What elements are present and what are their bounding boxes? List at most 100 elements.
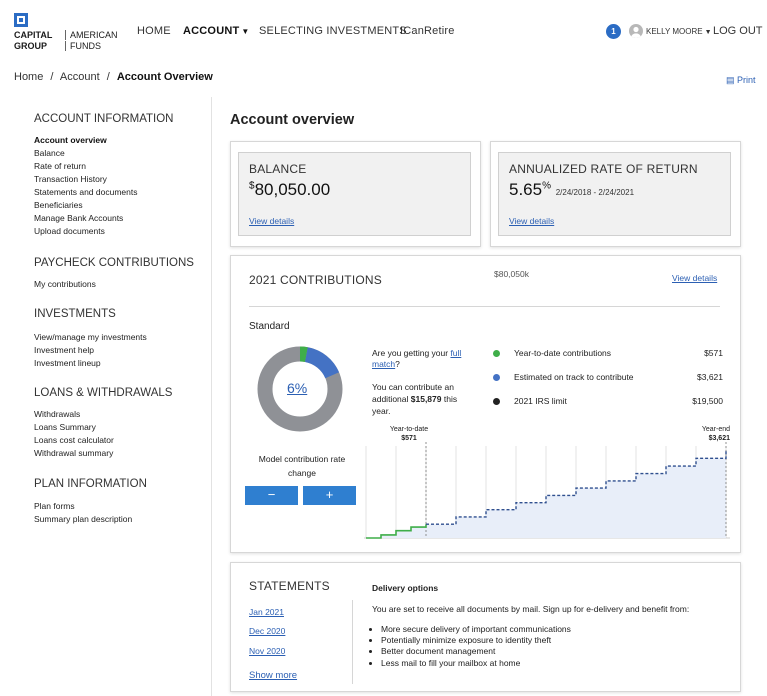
additional-text-post: this (441, 394, 458, 404)
balance-value: 80,050.00 (254, 180, 331, 199)
sidebar-item-investment-lineup[interactable]: Investment lineup (34, 358, 101, 368)
additional-text-line3: year. (372, 406, 391, 416)
breadcrumb-separator: / (50, 71, 54, 83)
breadcrumb-account[interactable]: Account (60, 71, 100, 83)
sidebar-item-account-overview[interactable]: Account overview (34, 135, 107, 145)
capital-group-logo[interactable]: CAPITAL GROUP AMERICAN FUNDS (14, 13, 124, 53)
sidebar-item-rate-of-return[interactable]: Rate of return (34, 161, 86, 171)
statement-link-nov-2020[interactable]: Nov 2020 (249, 646, 285, 656)
notification-badge[interactable]: 1 (606, 24, 621, 39)
sidebar-item-my-contributions[interactable]: My contributions (34, 279, 96, 289)
plan-type-label: Standard (249, 321, 290, 332)
legend-name: Year-to-date contributions (514, 348, 612, 358)
sidebar-item-view-manage-investments[interactable]: View/manage my investments (34, 332, 147, 342)
ytd-annotation: Year-to-date $571 (386, 425, 432, 443)
full-match-link[interactable]: match (372, 359, 395, 369)
decrease-rate-button[interactable]: − (245, 486, 298, 505)
legend-irs-limit: 2021 IRS limit $19,500 (493, 396, 723, 408)
statement-link-dec-2020[interactable]: Dec 2020 (249, 626, 285, 636)
legend-dot-icon (493, 350, 500, 357)
delivery-options-text: You are set to receive all documents by … (372, 604, 690, 614)
breadcrumb-current: Account Overview (116, 71, 213, 83)
logo-text-funds: FUNDS (65, 41, 101, 51)
sidebar-item-summary-plan-description[interactable]: Summary plan description (34, 514, 132, 524)
ytd-annotation-value: $571 (401, 435, 417, 442)
sidebar-item-statements-documents[interactable]: Statements and documents (34, 187, 137, 197)
statement-link-jan-2021[interactable]: Jan 2021 (249, 607, 284, 617)
sidebar-item-loans-cost-calculator[interactable]: Loans cost calculator (34, 435, 114, 445)
statements-title: STATEMENTS (249, 579, 330, 593)
page-title: Account overview (230, 112, 355, 128)
show-more-link[interactable]: Show more (249, 670, 297, 681)
list-item: More secure delivery of important commun… (381, 624, 571, 635)
delivery-options-title: Delivery options (372, 583, 439, 593)
contributions-chart (364, 442, 730, 539)
nav-selecting-investments[interactable]: SELECTING INVESTMENTS (259, 25, 407, 37)
sidebar-item-manage-bank-accounts[interactable]: Manage Bank Accounts (34, 213, 123, 223)
ytd-annotation-label: Year-to-date (389, 426, 429, 433)
chevron-down-icon: ▼ (704, 29, 712, 36)
list-item: Less mail to fill your mailbox at home (381, 658, 571, 669)
divider (352, 600, 353, 684)
top-navigation: CAPITAL GROUP AMERICAN FUNDS HOME ACCOUN… (0, 0, 767, 64)
increase-rate-button[interactable]: + (303, 486, 356, 505)
sidebar-item-beneficiaries[interactable]: Beneficiaries (34, 200, 83, 210)
additional-text-line1: You can contribute an (372, 382, 454, 392)
legend-dot-icon (493, 374, 500, 381)
rate-view-details-link[interactable]: View details (509, 216, 554, 226)
nav-account[interactable]: ACCOUNT ▼ (183, 25, 250, 37)
sidebar-section-investments: INVESTMENTS (34, 308, 116, 320)
contributions-note: $80,050k (494, 269, 529, 279)
user-icon (631, 26, 641, 38)
benefits-list: More secure delivery of important commun… (381, 624, 571, 669)
list-item: Potentially minimize exposure to identit… (381, 635, 571, 646)
contributions-title: 2021 CONTRIBUTIONS (249, 273, 382, 287)
balance-label: BALANCE (249, 162, 307, 176)
rate-period: 2/24/2018 - 2/24/2021 (555, 188, 635, 197)
sidebar-item-investment-help[interactable]: Investment help (34, 345, 94, 355)
match-question-mark: ? (395, 359, 400, 369)
legend-ytd: Year-to-date contributions $571 (493, 348, 723, 360)
rate-number: 5.65 (509, 180, 543, 199)
printer-icon: ▤ (726, 75, 735, 85)
user-menu[interactable]: KELLY MOORE ▼ (646, 27, 712, 36)
app-frame: CAPITAL GROUP AMERICAN FUNDS HOME ACCOUN… (0, 0, 767, 696)
balance-view-details-link[interactable]: View details (249, 216, 294, 226)
additional-contribution-text: You can contribute an additional $15,879 … (372, 381, 457, 417)
legend-name: 2021 IRS limit (514, 396, 567, 406)
model-contribution-label: Model contribution rate change (244, 452, 360, 480)
nav-account-label: ACCOUNT (183, 25, 240, 37)
sidebar-item-plan-forms[interactable]: Plan forms (34, 501, 75, 511)
additional-text-pre: additional (372, 394, 411, 404)
sidebar-item-withdrawal-summary[interactable]: Withdrawal summary (34, 448, 113, 458)
contribution-rate-link[interactable]: 6% (287, 380, 307, 396)
divider (249, 306, 720, 307)
nav-home[interactable]: HOME (137, 25, 171, 37)
legend-value: $571 (704, 348, 723, 358)
chevron-down-icon: ▼ (241, 27, 250, 36)
rate-of-return-value: 5.65% 2/24/2018 - 2/24/2021 (509, 180, 634, 200)
contributions-view-details-link[interactable]: View details (672, 273, 717, 283)
model-label-line2: change (288, 468, 316, 478)
print-label: Print (737, 75, 756, 85)
sidebar-item-loans-summary[interactable]: Loans Summary (34, 422, 96, 432)
donut-ytd-segment (299, 346, 308, 362)
print-button[interactable]: ▤ Print (726, 75, 756, 86)
full-match-link[interactable]: full (450, 348, 461, 358)
sidebar-item-balance[interactable]: Balance (34, 148, 65, 158)
sidebar-section-plan-information: PLAN INFORMATION (34, 478, 147, 490)
logout-link[interactable]: LOG OUT (713, 25, 763, 37)
legend-name: Estimated on track to contribute (514, 372, 634, 382)
rate-of-return-label: ANNUALIZED RATE OF RETURN (509, 162, 698, 176)
sidebar-item-transaction-history[interactable]: Transaction History (34, 174, 107, 184)
legend-value: $3,621 (697, 372, 723, 382)
year-end-annotation-label: Year-end (701, 426, 730, 433)
nav-icanretire[interactable]: ICanRetire (400, 25, 455, 37)
additional-amount: $15,879 (410, 394, 442, 404)
sidebar-item-upload-documents[interactable]: Upload documents (34, 226, 105, 236)
sidebar-section-paycheck-contributions: PAYCHECK CONTRIBUTIONS (34, 257, 194, 269)
list-item: Better document management (381, 646, 571, 657)
sidebar-item-withdrawals[interactable]: Withdrawals (34, 409, 80, 419)
avatar[interactable] (629, 24, 643, 38)
breadcrumb-home[interactable]: Home (14, 71, 43, 83)
